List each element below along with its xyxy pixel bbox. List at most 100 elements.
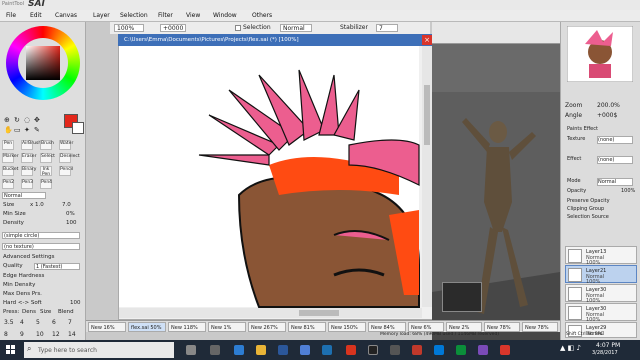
canvas-window[interactable]	[118, 34, 434, 320]
canvas-tab[interactable]: New 267%	[248, 322, 286, 332]
stabilizer-select[interactable]: 7	[376, 24, 398, 32]
canvas-tab[interactable]: New 78%	[484, 322, 520, 332]
size-value[interactable]: 7.0	[62, 202, 71, 208]
preserve-opacity-checkbox[interactable]: Preserve Opacity	[567, 198, 610, 204]
size-option[interactable]: 12	[52, 331, 60, 338]
chrome-icon[interactable]	[346, 345, 356, 355]
zoom-field[interactable]: 100%	[114, 24, 144, 32]
advanced-settings-label[interactable]: Advanced Settings	[3, 254, 54, 260]
size-option[interactable]: 9	[20, 331, 24, 338]
menu-filter[interactable]: Filter	[158, 12, 173, 19]
recorder-icon[interactable]	[500, 345, 510, 355]
menu-selection[interactable]: Selection	[120, 12, 148, 19]
density-value[interactable]: 100	[66, 220, 77, 226]
menu-window[interactable]: Window	[213, 12, 237, 19]
twitch-icon[interactable]	[478, 345, 488, 355]
select-rect-icon[interactable]: ▭	[14, 126, 21, 134]
brush-texture-select[interactable]: (no texture)	[2, 243, 80, 250]
pen3-tool[interactable]: Pen3	[21, 179, 33, 189]
utorrent-icon[interactable]	[456, 345, 466, 355]
blend-mode-select[interactable]: Normal	[280, 24, 312, 32]
magic-wand-icon[interactable]: ✦	[24, 126, 30, 134]
canvas-tab[interactable]: New 150%	[328, 322, 366, 332]
pen-tool[interactable]: Pen	[2, 140, 14, 150]
sai-taskbar-icon[interactable]	[390, 345, 400, 355]
water-tool[interactable]: Water	[59, 140, 73, 150]
size-option[interactable]: 3.5	[4, 319, 14, 326]
saturation-square[interactable]	[26, 46, 60, 80]
media-icon[interactable]	[412, 345, 422, 355]
move-tool-icon[interactable]: ✥	[34, 116, 40, 124]
hand-tool-icon[interactable]: ✋	[4, 126, 13, 134]
layer-mode-select[interactable]: Normal	[597, 178, 633, 186]
skype-icon[interactable]	[434, 345, 444, 355]
menu-layer[interactable]: Layer	[93, 12, 110, 19]
selection-checkbox[interactable]	[235, 25, 241, 31]
size-option[interactable]: 5	[36, 319, 40, 326]
menu-file[interactable]: File	[6, 12, 16, 19]
menu-canvas[interactable]: Canvas	[55, 12, 77, 19]
zoom-tool-icon[interactable]: ⊕	[4, 116, 10, 124]
pencil-tool[interactable]: Pencil	[59, 166, 73, 176]
canvas-tab[interactable]: New 78%	[522, 322, 558, 332]
app-icon[interactable]	[368, 345, 378, 355]
brush-shape-select[interactable]: (simple circle)	[2, 232, 80, 239]
size-multiplier[interactable]: x 1.0	[30, 202, 44, 208]
zoom-value[interactable]: 200.0%	[597, 102, 620, 109]
angle-value[interactable]: +000$	[597, 112, 617, 119]
eraser-tool[interactable]: Eraser	[21, 153, 36, 163]
pen4-tool[interactable]: Pen4	[40, 179, 52, 189]
word-icon[interactable]	[278, 345, 288, 355]
canvas-tab[interactable]: New 81%	[288, 322, 326, 332]
canvas-tab[interactable]: New 1%	[208, 322, 246, 332]
edge-browser-icon[interactable]	[234, 345, 244, 355]
color-wheel[interactable]	[6, 26, 80, 100]
eyedropper-icon[interactable]: ✎	[34, 126, 40, 134]
canvas-tab[interactable]: New 84%	[368, 322, 406, 332]
taskbar-search-box[interactable]: ⌕ Type here to search	[24, 342, 174, 358]
airbrush-tool[interactable]: AirBrush	[21, 140, 41, 150]
rotate-tool-icon[interactable]: ↻	[14, 116, 20, 124]
press-blend[interactable]: Blend	[58, 309, 74, 315]
navigator-preview[interactable]	[567, 26, 633, 82]
pen2-tool[interactable]: Pen2	[2, 179, 14, 189]
file-explorer-icon[interactable]	[256, 345, 266, 355]
microphone-icon[interactable]	[186, 345, 196, 355]
ink-pen-tool[interactable]: Ink Pen	[40, 166, 52, 177]
size-option[interactable]: 14	[68, 331, 76, 338]
selection-source-checkbox[interactable]: Selection Source	[567, 214, 609, 220]
opacity-value[interactable]: 100%	[621, 188, 635, 194]
canvas-tab[interactable]: New 16%	[88, 322, 126, 332]
texture-select[interactable]: (none)	[597, 136, 633, 144]
windows-start-icon[interactable]	[6, 345, 16, 355]
min-size-value[interactable]: 0%	[66, 211, 75, 217]
canvas-tab[interactable]: New 6%	[408, 322, 444, 332]
layer-item[interactable]: Layer30 Normal 100%	[565, 284, 637, 304]
brush-mode-select[interactable]: Normal	[2, 192, 46, 199]
size-option[interactable]: 8	[4, 331, 8, 338]
mail-icon[interactable]	[300, 345, 310, 355]
deselect-tool[interactable]: Deselect	[59, 153, 80, 163]
clipping-group-checkbox[interactable]: Clipping Group	[567, 206, 604, 212]
menu-others[interactable]: Others	[252, 12, 272, 19]
brush-tool[interactable]: Brush	[40, 140, 54, 150]
press-size[interactable]: Size	[40, 309, 51, 315]
binary-tool[interactable]: Binary	[21, 166, 36, 176]
lasso-tool-icon[interactable]: ◌	[24, 116, 30, 124]
layer-item[interactable]: Layer13 Normal 100%	[565, 246, 637, 266]
size-option[interactable]: 7	[68, 319, 72, 326]
size-option[interactable]: 4	[20, 319, 24, 326]
effect-select[interactable]: (none)	[597, 156, 633, 164]
task-view-icon[interactable]	[210, 345, 220, 355]
canvas-tab-active[interactable]: flex.sai 50%	[128, 322, 166, 332]
tray-icons[interactable]: ▲ ◧ ♪	[560, 344, 581, 352]
menu-edit[interactable]: Edit	[30, 12, 42, 19]
artwork-canvas[interactable]	[119, 35, 433, 319]
hard-soft-value[interactable]: 100	[70, 300, 81, 306]
canvas-tab[interactable]: New 118%	[168, 322, 206, 332]
size-option[interactable]: 6	[52, 319, 56, 326]
store-icon[interactable]	[322, 345, 332, 355]
marker-tool[interactable]: Marker	[2, 153, 19, 163]
menu-view[interactable]: View	[186, 12, 200, 19]
layer-item[interactable]: Layer30 Normal 100%	[565, 303, 637, 323]
